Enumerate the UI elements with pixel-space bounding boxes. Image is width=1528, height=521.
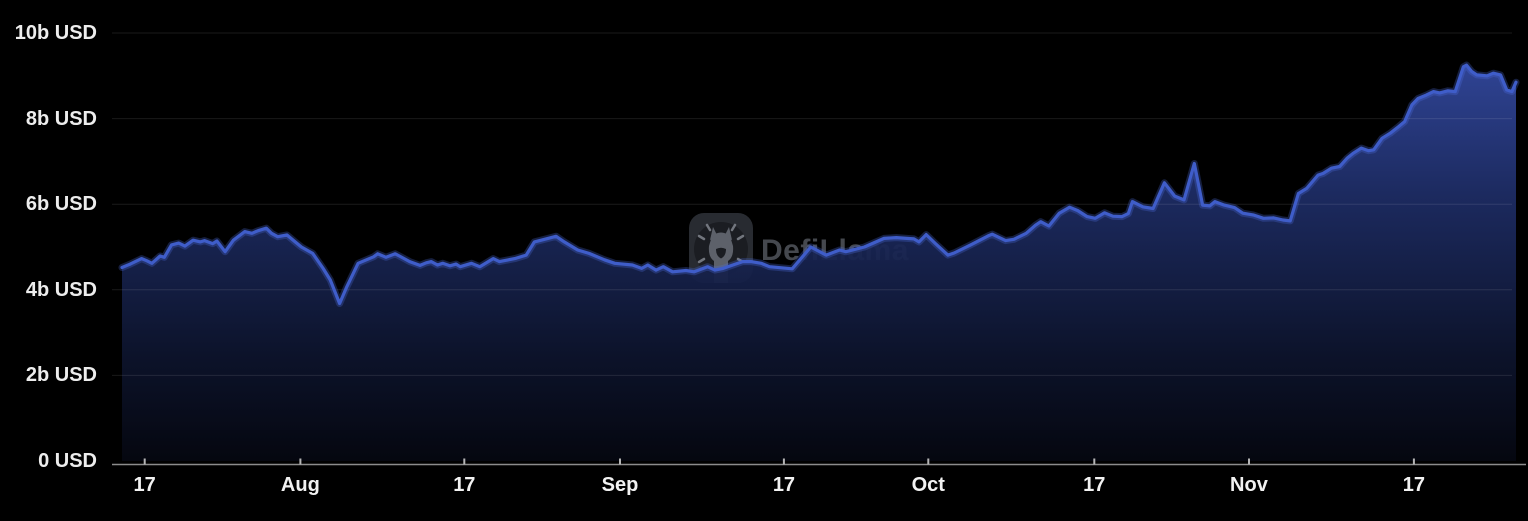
tvl-plot-area[interactable] xyxy=(0,0,1528,521)
tvl-area-fill xyxy=(122,65,1516,461)
tvl-chart: DefiLlama 10b USD8b USD6b USD4b USD2b US… xyxy=(0,0,1528,521)
